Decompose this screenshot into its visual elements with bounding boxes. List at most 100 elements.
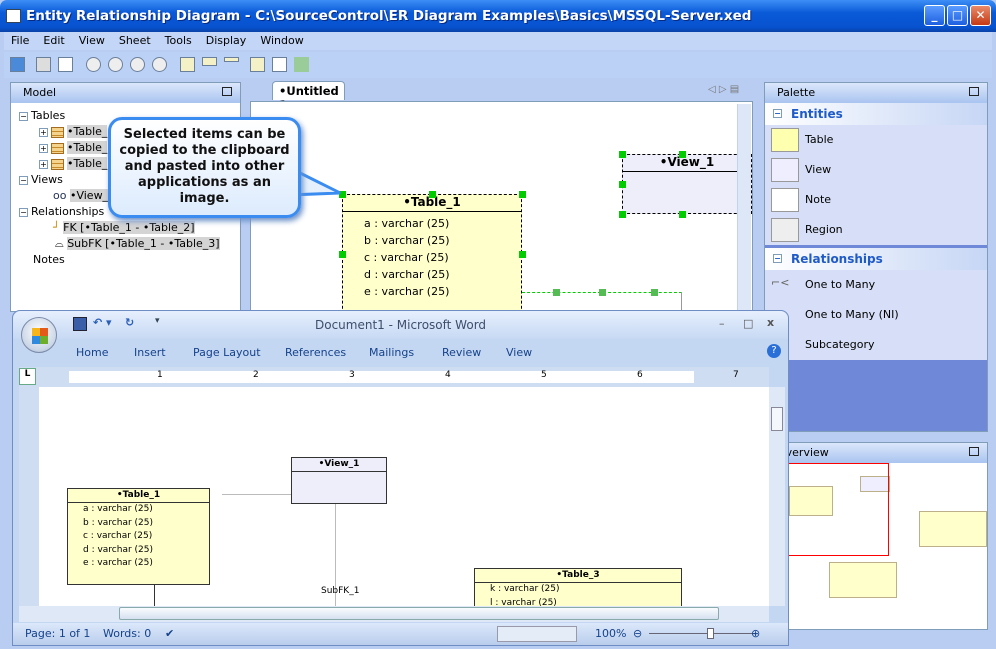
table-icon[interactable] <box>180 57 195 72</box>
save-icon[interactable] <box>10 57 25 72</box>
table-alt-icon[interactable] <box>250 57 265 72</box>
palette-item-subcategory[interactable]: Subcategory <box>765 330 987 360</box>
restore-icon[interactable] <box>969 447 979 456</box>
word-horizontal-scrollbar[interactable] <box>19 606 769 622</box>
menu-view[interactable]: View <box>72 32 112 49</box>
tree-view-item[interactable]: oo •View_ <box>53 189 109 202</box>
word-maximize-button[interactable]: □ <box>743 317 753 330</box>
tree-relationships[interactable]: − Relationships <box>19 205 104 218</box>
overview-viewport[interactable] <box>775 463 889 556</box>
ribbon-tab-references[interactable]: References <box>285 346 346 359</box>
word-count[interactable]: Words: 0 <box>103 627 151 640</box>
tree-notes[interactable]: Notes <box>33 253 65 266</box>
word-minimize-button[interactable]: – <box>719 317 725 330</box>
palette-item-view[interactable]: View <box>765 155 987 185</box>
selection-handle[interactable] <box>519 251 526 258</box>
collapse-icon[interactable]: − <box>19 208 28 217</box>
tab-stop-selector[interactable]: L <box>19 368 36 385</box>
selection-handle[interactable] <box>619 181 626 188</box>
minimize-button[interactable]: _ <box>924 5 945 26</box>
proofing-icon[interactable]: ✔ <box>165 627 174 640</box>
tree-relationship-item[interactable]: ⌓ SubFK [•Table_1 - •Table_3] <box>55 237 220 251</box>
diagram-canvas[interactable]: •Table_1 a : varchar (25) b : varchar (25… <box>250 101 753 324</box>
help-icon[interactable]: ? <box>767 344 781 358</box>
customize-quick-access-icon[interactable]: ▾ <box>155 316 160 326</box>
ribbon-tab-page-layout[interactable]: Page Layout <box>193 346 261 359</box>
zoom-in-button[interactable]: ⊕ <box>751 627 760 640</box>
selection-handle[interactable] <box>339 251 346 258</box>
word-vertical-scrollbar[interactable] <box>769 387 785 606</box>
ribbon-tab-insert[interactable]: Insert <box>134 346 166 359</box>
tree-table-item[interactable]: + •Table_ <box>39 125 108 138</box>
zoom-out-icon[interactable] <box>130 57 145 72</box>
tab-nav-icons[interactable]: ◁ ▷ ▤ <box>708 84 739 95</box>
redo-icon[interactable]: ↻ <box>125 316 134 329</box>
palette-item-note[interactable]: Note <box>765 185 987 215</box>
scroll-thumb[interactable] <box>119 607 719 620</box>
undo-icon[interactable]: ↶ ▾ <box>93 316 112 329</box>
palette-item-one-to-many-ni[interactable]: One to Many (NI) <box>765 300 987 330</box>
ribbon-tab-review[interactable]: Review <box>442 346 481 359</box>
maximize-button[interactable]: □ <box>947 5 968 26</box>
collapse-icon[interactable]: − <box>773 254 782 263</box>
horizontal-ruler[interactable]: L 1 2 3 4 5 6 7 <box>19 367 769 387</box>
page-count[interactable]: Page: 1 of 1 <box>25 627 90 640</box>
zoom-100-icon[interactable] <box>86 57 101 72</box>
save-icon[interactable] <box>73 317 87 331</box>
zoom-out-button[interactable]: ⊖ <box>633 627 642 640</box>
menu-file[interactable]: File <box>4 32 36 49</box>
menu-sheet[interactable]: Sheet <box>112 32 158 49</box>
palette-item-region[interactable]: Region <box>765 215 987 245</box>
selection-handle[interactable] <box>619 151 626 158</box>
tab-untitled-1[interactable]: •Untitled 1 <box>272 81 345 112</box>
note-icon[interactable] <box>224 57 239 62</box>
tree-tables[interactable]: − Tables <box>19 109 65 122</box>
section-entities[interactable]: − Entities <box>765 103 987 125</box>
expand-icon[interactable]: + <box>39 144 48 153</box>
canvas-vertical-scrollbar[interactable] <box>737 104 751 314</box>
close-button[interactable]: ✕ <box>970 5 991 26</box>
restore-icon[interactable] <box>969 87 979 96</box>
selection-handle[interactable] <box>519 191 526 198</box>
document-area[interactable]: •View_1 •Table_1 a : varchar (25) b : var… <box>39 387 769 608</box>
grid-icon[interactable] <box>58 57 73 72</box>
selection-handle[interactable] <box>651 289 658 296</box>
zoom-slider[interactable] <box>649 633 755 634</box>
palette-item-table[interactable]: Table <box>765 125 987 155</box>
collapse-icon[interactable]: − <box>773 109 782 118</box>
selection-handle[interactable] <box>553 289 560 296</box>
selection-handle[interactable] <box>679 211 686 218</box>
view-alt-icon[interactable] <box>272 57 287 72</box>
zoom-slider-thumb[interactable] <box>707 628 715 639</box>
selection-handle[interactable] <box>679 151 686 158</box>
tree-relationship-item[interactable]: ┘ FK [•Table_1 - •Table_2] <box>53 221 195 234</box>
tree-table-item[interactable]: + •Table_ <box>39 157 108 170</box>
tree-table-item[interactable]: + •Table_ <box>39 141 108 154</box>
expand-icon[interactable]: + <box>39 160 48 169</box>
restore-icon[interactable] <box>222 87 232 96</box>
menu-edit[interactable]: Edit <box>36 32 71 49</box>
view-1-entity[interactable]: •View_1 <box>622 154 752 214</box>
ribbon-tab-view[interactable]: View <box>506 346 532 359</box>
ribbon-tab-mailings[interactable]: Mailings <box>369 346 414 359</box>
selection-handle[interactable] <box>429 191 436 198</box>
view-icon[interactable] <box>202 57 217 66</box>
selection-handle[interactable] <box>599 289 606 296</box>
selection-handle[interactable] <box>619 211 626 218</box>
scroll-thumb[interactable] <box>771 407 783 431</box>
expand-icon[interactable]: + <box>39 128 48 137</box>
menu-window[interactable]: Window <box>253 32 310 49</box>
menu-display[interactable]: Display <box>199 32 254 49</box>
palette-item-one-to-many[interactable]: ⌐< One to Many <box>765 270 987 300</box>
zoom-fit-icon[interactable] <box>152 57 167 72</box>
table-1-entity[interactable]: •Table_1 a : varchar (25) b : varchar (25… <box>342 194 522 324</box>
zoom-level[interactable]: 100% <box>595 627 626 640</box>
collapse-icon[interactable]: − <box>19 112 28 121</box>
tree-views[interactable]: − Views <box>19 173 63 186</box>
menu-tools[interactable]: Tools <box>158 32 199 49</box>
relationship-icon[interactable] <box>294 57 309 72</box>
print-icon[interactable] <box>36 57 51 72</box>
view-buttons[interactable] <box>497 626 577 642</box>
ribbon-tab-home[interactable]: Home <box>76 346 108 359</box>
zoom-in-icon[interactable] <box>108 57 123 72</box>
